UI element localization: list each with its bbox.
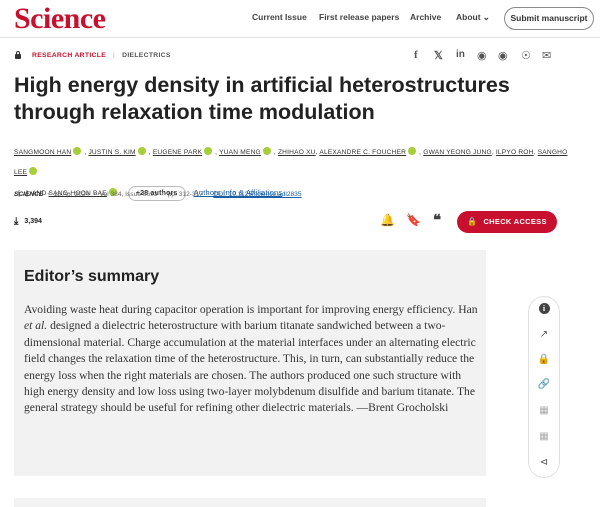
- citation-pages: pp. 312-317: [167, 191, 203, 198]
- nav-about-label: About: [456, 12, 481, 22]
- nav-first-release-papers[interactable]: First release papers: [319, 12, 399, 22]
- science-logo[interactable]: Science: [14, 2, 106, 36]
- article-type[interactable]: RESEARCH ARTICLE: [32, 52, 106, 59]
- download-icon: ⤓: [14, 216, 19, 227]
- bookmark-icon[interactable]: 🔖: [406, 213, 421, 227]
- next-section-box: [14, 498, 486, 507]
- author-link[interactable]: SANGMOON HAN: [14, 149, 71, 156]
- submit-manuscript-button[interactable]: Submit manuscript: [504, 7, 594, 30]
- orcid-icon[interactable]: [408, 147, 417, 155]
- author-link[interactable]: YUAN MENG: [219, 149, 261, 156]
- facebook-icon[interactable]: f: [414, 49, 418, 61]
- share-icon[interactable]: ⊲: [529, 457, 559, 468]
- editors-summary: Editor’s summary Avoiding waste heat dur…: [14, 250, 486, 476]
- citation-doi-link[interactable]: DOI: 10.1126/science.adl2835: [213, 191, 301, 198]
- reddit-icon[interactable]: ◉: [477, 49, 487, 62]
- author-link[interactable]: ALEXANDRE C. FOUCHER: [319, 149, 406, 156]
- side-toolbar: i ↗ 🔒 🔗 ▦ ▦ ⊲: [528, 296, 560, 478]
- weibo-icon[interactable]: ☉: [521, 49, 531, 62]
- email-icon[interactable]: ✉: [542, 49, 551, 62]
- editors-summary-heading: Editor’s summary: [24, 268, 160, 285]
- table-icon[interactable]: ▦: [529, 431, 559, 442]
- orcid-icon[interactable]: [137, 147, 146, 155]
- check-access-label: CHECK ACCESS: [483, 217, 547, 226]
- orcid-icon[interactable]: [204, 147, 213, 155]
- lock-icon: [14, 51, 22, 59]
- article-section[interactable]: DIELECTRICS: [122, 52, 171, 59]
- author-link[interactable]: EUGENE PARK: [153, 149, 202, 156]
- author-link[interactable]: ZHIHAO XU: [278, 149, 316, 156]
- bell-icon[interactable]: 🔔: [380, 213, 395, 227]
- author-link[interactable]: ILPYO ROH: [496, 149, 534, 156]
- author-link[interactable]: JUSTIN S. KIM: [88, 149, 135, 156]
- citation-volume: Vol 384, Issue 6693: [99, 191, 158, 198]
- orcid-icon[interactable]: [29, 167, 38, 175]
- x-icon[interactable]: 𝕏: [434, 49, 443, 62]
- nav-current-issue[interactable]: Current Issue: [252, 12, 307, 22]
- wechat-icon[interactable]: ◉: [498, 49, 508, 62]
- downloads-value: 3,394: [24, 218, 42, 225]
- nav-archive[interactable]: Archive: [410, 12, 441, 22]
- quote-icon[interactable]: ❝: [433, 211, 441, 230]
- nav-about[interactable]: About ⌄: [456, 12, 490, 23]
- linkedin-icon[interactable]: in: [456, 49, 465, 60]
- info-icon[interactable]: i: [529, 303, 559, 314]
- lock-icon[interactable]: 🔒: [529, 354, 559, 365]
- divider: |: [113, 51, 116, 59]
- document-icon[interactable]: ▦: [529, 405, 559, 416]
- article-title: High energy density in artificial hetero…: [14, 73, 510, 124]
- metrics-icon[interactable]: ↗: [529, 329, 559, 340]
- site-header: Science Current Issue First release pape…: [0, 0, 600, 38]
- lock-icon: 🔒: [467, 217, 478, 226]
- citation-line: SCIENCE • 18 Apr 2024 • Vol 384, Issue 6693 •…: [14, 191, 302, 198]
- check-access-button[interactable]: 🔒 CHECK ACCESS: [457, 211, 557, 233]
- orcid-icon[interactable]: [73, 147, 82, 155]
- citation-date: 18 Apr 2024: [53, 191, 90, 198]
- link-icon[interactable]: 🔗: [529, 379, 559, 390]
- article-type-row: RESEARCH ARTICLE | DIELECTRICS: [14, 51, 171, 59]
- editors-summary-text: Avoiding waste heat during capacitor ope…: [24, 303, 478, 415]
- chevron-down-icon: ⌄: [482, 12, 491, 22]
- author-link[interactable]: GWAN YEONG JUNG: [423, 149, 492, 156]
- orcid-icon[interactable]: [262, 147, 271, 155]
- citation-journal: SCIENCE: [14, 191, 44, 198]
- downloads-count: ⤓ 3,394: [14, 216, 42, 227]
